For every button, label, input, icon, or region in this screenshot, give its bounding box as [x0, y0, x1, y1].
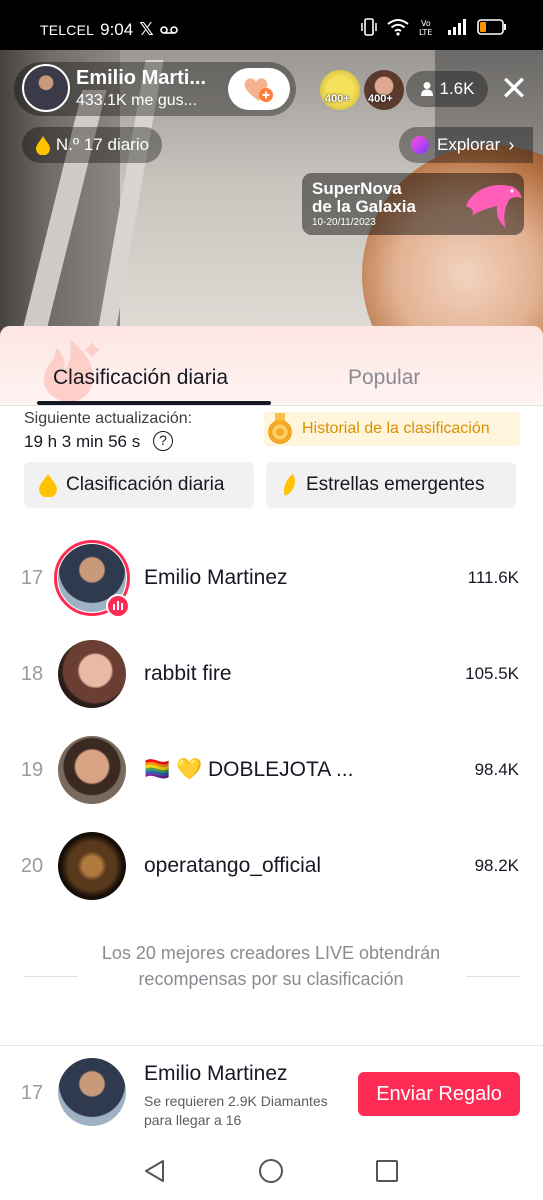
divider [0, 405, 543, 406]
countdown-timer: 19 h 3 min 56 s [24, 432, 141, 451]
creator-name: rabbit fire [144, 662, 232, 685]
divider [0, 1045, 543, 1046]
viewer-badge: 400+ [368, 93, 393, 105]
rank-number: 20 [20, 855, 44, 877]
vibrate-icon [361, 18, 377, 36]
ranking-row[interactable]: 18 rabbit fire 105.5K [0, 628, 543, 720]
rank-number: 18 [20, 663, 44, 685]
status-bar: TELCEL 9:04 𝕏 Vo LTE [0, 0, 543, 50]
ranking-history-label: Historial de la clasificación [302, 420, 490, 437]
filter-chip-rising-stars[interactable]: Estrellas emergentes [266, 462, 516, 508]
tab-daily-ranking[interactable]: Clasificación diaria [53, 366, 228, 390]
my-rank-number: 17 [20, 1082, 44, 1104]
system-nav-bar [0, 1144, 543, 1200]
svg-text:LTE: LTE [419, 28, 432, 36]
viewer-count: 1.6K [439, 79, 475, 98]
avatar[interactable] [58, 640, 126, 708]
explore-button[interactable]: Explorar › [399, 127, 533, 163]
creator-score: 98.4K [474, 760, 519, 779]
carrier-label: TELCEL [40, 21, 95, 38]
filter-chip-daily[interactable]: Clasificación diaria [24, 462, 254, 508]
ranking-row[interactable]: 17 Emilio Martinez 111.6K [0, 532, 543, 624]
rewards-note: Los 20 mejores creadores LIVE obtendrán … [101, 943, 441, 989]
tab-popular[interactable]: Popular [348, 366, 420, 390]
my-name: Emilio Martinez [144, 1062, 288, 1085]
explore-label: Explorar [437, 135, 501, 154]
my-avatar[interactable] [58, 1058, 126, 1126]
filter-chip-label: Clasificación diaria [66, 474, 225, 495]
battery-icon [477, 19, 506, 35]
event-title-line1: SuperNova [312, 179, 402, 198]
creator-score: 98.2K [474, 856, 519, 875]
event-title-line2: de la Galaxia [312, 197, 416, 216]
divider [466, 976, 520, 977]
x-app-icon: 𝕏 [139, 19, 154, 39]
avatar[interactable] [58, 736, 126, 804]
help-icon[interactable]: ? [153, 431, 173, 451]
drop-icon [39, 474, 57, 497]
creator-name: operatango_official [144, 854, 322, 877]
daily-rank-pill[interactable]: N.º 17 diario [22, 127, 162, 163]
creator-score: 111.6K [467, 568, 519, 587]
ranking-history-button[interactable]: Historial de la clasificación [264, 412, 520, 446]
viewer-badge: 400+ [325, 93, 350, 105]
signal-icon [448, 19, 466, 35]
creator-name: Emilio Martinez [144, 566, 288, 589]
ranking-row[interactable]: 19 🏳️‍🌈 💛 DOBLEJOTA ... 98.4K [0, 724, 543, 816]
heart-plus-icon [244, 78, 273, 102]
chevron-right-icon: › [508, 134, 515, 155]
filter-chip-label: Estrellas emergentes [306, 474, 485, 495]
host-avatar[interactable] [22, 64, 70, 112]
avatar[interactable] [58, 832, 126, 900]
send-gift-button[interactable]: Enviar Regalo [358, 1072, 520, 1116]
next-update-label: Siguiente actualización: [24, 410, 193, 427]
host-name[interactable]: Emilio Marti... [76, 67, 216, 90]
rank-number: 19 [20, 759, 44, 781]
ranking-row[interactable]: 20 operatango_official 98.2K [0, 820, 543, 912]
drop-icon [35, 136, 50, 155]
leaf-icon [283, 474, 295, 496]
follow-button[interactable] [228, 68, 290, 110]
divider [24, 976, 78, 977]
ranking-sheet: Clasificación diaria Popular Siguiente a… [0, 326, 543, 1200]
nav-back-icon[interactable] [142, 1158, 168, 1184]
daily-rank-label: N.º 17 diario [55, 135, 150, 154]
person-icon [420, 82, 433, 96]
volte-icon: VoLTE [419, 19, 432, 36]
nav-home-icon[interactable] [258, 1158, 284, 1184]
voicemail-icon [159, 25, 178, 34]
creator-score: 105.5K [465, 664, 519, 683]
event-dates: 10-20/11/2023 [312, 217, 376, 228]
live-badge-icon [106, 594, 130, 618]
svg-text:Vo: Vo [421, 19, 431, 28]
explore-planet-icon [411, 136, 429, 154]
diamonds-needed: Se requieren 2.9K Diamantes para llegar … [144, 1093, 328, 1128]
medal-icon [268, 413, 292, 444]
dolphin-icon [466, 184, 522, 228]
viewer-count-pill[interactable]: 1.6K [406, 71, 488, 107]
wifi-icon [387, 19, 409, 36]
rank-number: 17 [20, 567, 44, 589]
clock: 9:04 [100, 19, 134, 39]
close-icon[interactable]: ✕ [497, 72, 531, 106]
host-likes: 433.1K me gus... [76, 92, 197, 109]
nav-recents-icon[interactable] [374, 1158, 400, 1184]
creator-name: 🏳️‍🌈 💛 DOBLEJOTA ... [144, 758, 354, 781]
